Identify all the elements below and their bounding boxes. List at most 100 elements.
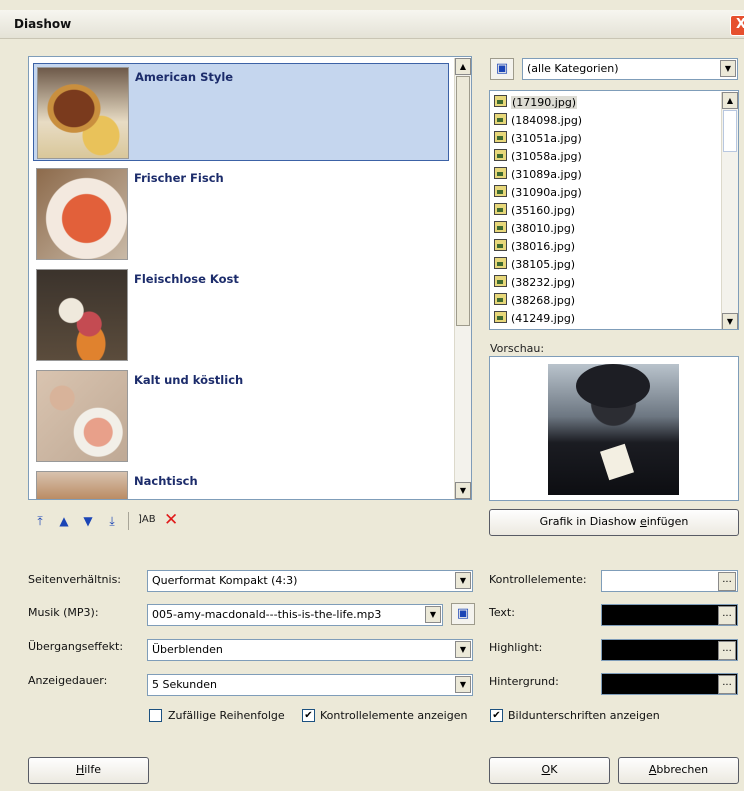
file-list-item[interactable]: (38105.jpg) [494, 256, 575, 274]
scroll-up-button[interactable]: ▲ [455, 58, 471, 75]
file-name: (38232.jpg) [511, 276, 576, 289]
insert-label-pre: Grafik in Diashow [539, 515, 640, 528]
category-folder-button[interactable]: ▣ [490, 58, 514, 80]
toolbar-separator [128, 512, 129, 530]
file-name: (38105.jpg) [511, 258, 576, 271]
chevron-down-icon[interactable]: ▼ [455, 572, 471, 589]
delete-icon[interactable]: ✕ [164, 510, 178, 530]
move-to-bottom-icon[interactable]: ⤓ [105, 514, 119, 528]
slide-item-fleischlose-kost[interactable]: Fleischlose Kost [33, 266, 447, 362]
chevron-down-icon[interactable]: ▼ [455, 641, 471, 658]
file-list-scrollbar[interactable]: ▲ ▼ [721, 92, 738, 329]
insert-image-button[interactable]: Grafik in Diashow einfügen [489, 509, 739, 536]
music-label: Musik (MP3): [28, 606, 99, 619]
chevron-down-icon[interactable]: ▼ [455, 676, 471, 693]
slide-item-kalt-und-koestlich[interactable]: Kalt und köstlich [33, 367, 447, 463]
cancel-label: bbrechen [656, 763, 709, 776]
close-button[interactable]: X [730, 15, 744, 36]
slide-list[interactable]: American Style Frischer Fisch Fleischlos… [28, 56, 472, 500]
show-captions-checkbox[interactable]: ✔ [490, 709, 503, 722]
random-order-checkbox[interactable] [149, 709, 162, 722]
ok-label: K [550, 763, 558, 776]
file-list-item[interactable]: (41249.jpg) [494, 310, 575, 328]
highlight-color-button[interactable]: ... [718, 641, 736, 660]
file-list-item[interactable]: (38232.jpg) [494, 274, 575, 292]
file-list-item[interactable]: (17190.jpg) [494, 94, 578, 112]
scroll-thumb[interactable] [456, 76, 470, 326]
chevron-down-icon: ▼ [726, 317, 734, 326]
text-color-button[interactable]: ... [718, 606, 736, 625]
aspect-label: Seitenverhältnis: [28, 573, 122, 586]
ok-button[interactable]: OK [489, 757, 610, 784]
file-list-item[interactable]: (31089a.jpg) [494, 166, 582, 184]
slide-item-frischer-fisch[interactable]: Frischer Fisch [33, 165, 447, 261]
image-file-list[interactable]: (17190.jpg) (184098.jpg) (31051a.jpg) (3105… [489, 90, 739, 330]
slide-label: Fleischlose Kost [134, 272, 239, 286]
move-to-top-icon[interactable]: ⤒ [33, 514, 47, 528]
checkmark-icon: ✔ [304, 710, 313, 721]
insert-label-post: infügen [646, 515, 689, 528]
slide-item-american-style[interactable]: American Style [33, 63, 449, 161]
scroll-thumb[interactable] [723, 110, 737, 152]
file-list-item[interactable]: (38016.jpg) [494, 238, 575, 256]
highlight-color-label: Highlight: [489, 641, 543, 654]
image-file-icon [494, 113, 507, 125]
file-name: (38016.jpg) [511, 240, 576, 253]
file-list-item[interactable]: (31090a.jpg) [494, 184, 582, 202]
slide-list-scrollbar[interactable]: ▲ ▼ [454, 58, 471, 499]
scroll-down-button[interactable]: ▼ [722, 313, 738, 329]
chevron-down-icon[interactable]: ▼ [720, 60, 736, 77]
scroll-down-button[interactable]: ▼ [455, 482, 471, 499]
slide-thumbnail [36, 269, 128, 361]
slide-thumbnail [36, 471, 128, 499]
background-color-button[interactable]: ... [718, 675, 736, 694]
file-name: (41249.jpg) [511, 312, 576, 325]
slide-label: Kalt und köstlich [134, 373, 244, 387]
help-key: H [75, 763, 85, 776]
file-list-item[interactable]: (184098.jpg) [494, 112, 582, 130]
file-name: (31090a.jpg) [511, 186, 582, 199]
preview-label: Vorschau: [490, 342, 545, 355]
category-dropdown[interactable]: (alle Kategorien) ▼ [522, 58, 738, 80]
aspect-dropdown[interactable]: Querformat Kompakt (4:3) ▼ [147, 570, 473, 592]
file-list-item[interactable]: (31058a.jpg) [494, 148, 582, 166]
help-button[interactable]: Hilfe [28, 757, 149, 784]
category-value: (alle Kategorien) [527, 62, 619, 75]
show-controls-checkbox[interactable]: ✔ [302, 709, 315, 722]
file-list-item[interactable]: (38010.jpg) [494, 220, 575, 238]
duration-dropdown[interactable]: 5 Sekunden ▼ [147, 674, 473, 696]
image-file-icon [494, 95, 507, 107]
file-name: (31089a.jpg) [511, 168, 582, 181]
chevron-up-icon: ▲ [726, 96, 734, 105]
image-file-icon [494, 167, 507, 179]
slide-thumbnail [36, 370, 128, 462]
controls-color-label: Kontrollelemente: [489, 573, 587, 586]
move-down-icon[interactable]: ▼ [81, 514, 95, 528]
file-name: (31058a.jpg) [511, 150, 582, 163]
file-list-item[interactable]: (38268.jpg) [494, 292, 575, 310]
music-value: 005-amy-macdonald---this-is-the-life.mp3 [152, 608, 382, 621]
slide-item-nachtisch[interactable]: Nachtisch [33, 468, 447, 499]
rename-button[interactable]: ]AB [138, 514, 156, 525]
duration-label: Anzeigedauer: [28, 674, 108, 687]
move-up-icon[interactable]: ▲ [57, 514, 71, 528]
image-file-icon [494, 275, 507, 287]
title-bar: Diashow X [0, 10, 744, 39]
file-name: (38268.jpg) [511, 294, 576, 307]
music-dropdown[interactable]: 005-amy-macdonald---this-is-the-life.mp3… [147, 604, 443, 626]
file-list-item[interactable]: (35160.jpg) [494, 202, 575, 220]
slide-thumbnail [36, 168, 128, 260]
transition-dropdown[interactable]: Überblenden ▼ [147, 639, 473, 661]
image-file-icon [494, 203, 507, 215]
image-file-icon [494, 221, 507, 233]
music-browse-button[interactable]: ▣ [451, 603, 475, 625]
image-file-icon [494, 257, 507, 269]
file-list-item[interactable]: (31051a.jpg) [494, 130, 582, 148]
chevron-down-icon[interactable]: ▼ [425, 606, 441, 623]
folder-icon: ▣ [456, 606, 470, 621]
controls-color-button[interactable]: ... [718, 572, 736, 591]
triangle-up-icon: ▲ [459, 62, 467, 71]
cancel-button[interactable]: Abbrechen [618, 757, 739, 784]
image-file-icon [494, 239, 507, 251]
scroll-up-button[interactable]: ▲ [722, 92, 738, 109]
